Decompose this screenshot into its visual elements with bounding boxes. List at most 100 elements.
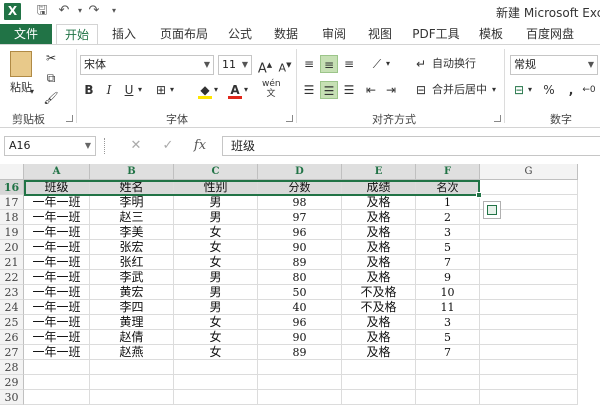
row-header-18[interactable]: 18 — [0, 210, 24, 225]
merge-center-icon[interactable]: ⊟ — [412, 81, 430, 99]
column-header-d[interactable]: D — [258, 164, 342, 180]
tab-home[interactable]: 开始 — [56, 24, 98, 44]
cell-c18[interactable]: 男 — [174, 210, 258, 225]
cell-f21[interactable]: 7 — [416, 255, 480, 270]
quick-analysis-button[interactable] — [483, 201, 501, 219]
cell-f28[interactable] — [416, 360, 480, 375]
cut-icon[interactable]: ✂ — [42, 49, 60, 67]
row-header-25[interactable]: 25 — [0, 315, 24, 330]
cell-c19[interactable]: 女 — [174, 225, 258, 240]
cell-e24[interactable]: 不及格 — [342, 300, 416, 315]
cell-a27[interactable]: 一年一班 — [24, 345, 90, 360]
cell-c17[interactable]: 男 — [174, 195, 258, 210]
row-header-19[interactable]: 19 — [0, 225, 24, 240]
cell-d23[interactable]: 50 — [258, 285, 342, 300]
cell-f24[interactable]: 11 — [416, 300, 480, 315]
save-icon[interactable]: 🖫 — [34, 3, 50, 19]
cell-c24[interactable]: 男 — [174, 300, 258, 315]
cell-b21[interactable]: 张红 — [90, 255, 174, 270]
cell-g16[interactable] — [480, 180, 578, 195]
fill-color-dropdown-icon[interactable]: ▾ — [214, 81, 218, 99]
cell-a24[interactable]: 一年一班 — [24, 300, 90, 315]
cell-f17[interactable]: 1 — [416, 195, 480, 210]
cell-d19[interactable]: 96 — [258, 225, 342, 240]
cell-e20[interactable]: 及格 — [342, 240, 416, 255]
cell-g25[interactable] — [480, 315, 578, 330]
tab-insert[interactable]: 插入 — [104, 24, 144, 44]
row-header-28[interactable]: 28 — [0, 360, 24, 375]
cell-c29[interactable] — [174, 375, 258, 390]
cell-b17[interactable]: 李明 — [90, 195, 174, 210]
cell-a18[interactable]: 一年一班 — [24, 210, 90, 225]
cell-c21[interactable]: 女 — [174, 255, 258, 270]
enter-icon[interactable]: ✓ — [160, 137, 176, 155]
cell-b24[interactable]: 李四 — [90, 300, 174, 315]
tab-file[interactable]: 文件 — [0, 24, 52, 44]
row-header-23[interactable]: 23 — [0, 285, 24, 300]
cell-d26[interactable]: 90 — [258, 330, 342, 345]
column-header-g[interactable]: G — [480, 164, 578, 180]
cell-f30[interactable] — [416, 390, 480, 405]
cell-d25[interactable]: 96 — [258, 315, 342, 330]
cell-d28[interactable] — [258, 360, 342, 375]
cancel-icon[interactable]: ✕ — [128, 137, 144, 155]
cell-d21[interactable]: 89 — [258, 255, 342, 270]
cell-a21[interactable]: 一年一班 — [24, 255, 90, 270]
cell-g20[interactable] — [480, 240, 578, 255]
cell-e23[interactable]: 不及格 — [342, 285, 416, 300]
cell-e26[interactable]: 及格 — [342, 330, 416, 345]
column-header-b[interactable]: B — [90, 164, 174, 180]
merge-center-button[interactable]: 合并后居中 — [432, 81, 487, 99]
cell-a29[interactable] — [24, 375, 90, 390]
cell-c28[interactable] — [174, 360, 258, 375]
cell-g28[interactable] — [480, 360, 578, 375]
cell-d30[interactable] — [258, 390, 342, 405]
cell-d17[interactable]: 98 — [258, 195, 342, 210]
insert-function-icon[interactable]: fx — [192, 137, 208, 155]
row-header-21[interactable]: 21 — [0, 255, 24, 270]
cell-e25[interactable]: 及格 — [342, 315, 416, 330]
increase-indent-icon[interactable]: ⇥ — [382, 81, 400, 99]
align-center-icon[interactable]: ☰ — [320, 81, 338, 99]
column-header-e[interactable]: E — [342, 164, 416, 180]
cell-f25[interactable]: 3 — [416, 315, 480, 330]
cell-a28[interactable] — [24, 360, 90, 375]
font-name-select[interactable]: 宋体 ▼ — [80, 55, 214, 75]
wrap-text-button[interactable]: 自动换行 — [432, 55, 476, 73]
cell-b18[interactable]: 赵三 — [90, 210, 174, 225]
cell-c23[interactable]: 男 — [174, 285, 258, 300]
cell-e16[interactable]: 成绩 — [342, 180, 416, 195]
orientation-icon[interactable]: ⟋ — [368, 55, 386, 73]
cell-c16[interactable]: 性别 — [174, 180, 258, 195]
orientation-dropdown-icon[interactable]: ▾ — [386, 55, 390, 73]
column-header-a[interactable]: A — [24, 164, 90, 180]
row-header-24[interactable]: 24 — [0, 300, 24, 315]
cell-c20[interactable]: 女 — [174, 240, 258, 255]
cell-e30[interactable] — [342, 390, 416, 405]
cell-c27[interactable]: 女 — [174, 345, 258, 360]
cell-e17[interactable]: 及格 — [342, 195, 416, 210]
underline-dropdown-icon[interactable]: ▾ — [138, 81, 142, 99]
cell-d18[interactable]: 97 — [258, 210, 342, 225]
paste-button[interactable]: 粘贴 — [10, 79, 32, 97]
tab-formulas[interactable]: 公式 — [222, 24, 258, 44]
cell-f16[interactable]: 名次 — [416, 180, 480, 195]
cell-b25[interactable]: 黄理 — [90, 315, 174, 330]
cell-b16[interactable]: 姓名 — [90, 180, 174, 195]
redo-icon[interactable]: ↷ — [86, 3, 102, 19]
row-header-17[interactable]: 17 — [0, 195, 24, 210]
tab-review[interactable]: 审阅 — [316, 24, 352, 44]
cell-f22[interactable]: 9 — [416, 270, 480, 285]
cell-c26[interactable]: 女 — [174, 330, 258, 345]
decrease-font-size-icon[interactable]: A▼ — [276, 56, 294, 75]
cell-a20[interactable]: 一年一班 — [24, 240, 90, 255]
cell-b19[interactable]: 李美 — [90, 225, 174, 240]
clipboard-launcher-icon[interactable] — [66, 115, 73, 122]
phonetic-guide-icon[interactable]: wén 文 — [262, 79, 281, 99]
cell-f27[interactable]: 7 — [416, 345, 480, 360]
increase-decimal-icon[interactable]: ←0 — [580, 81, 598, 99]
tab-page-layout[interactable]: 页面布局 — [152, 24, 216, 44]
cell-a23[interactable]: 一年一班 — [24, 285, 90, 300]
align-top-icon[interactable]: ≡ — [300, 55, 318, 73]
cell-b23[interactable]: 黄宏 — [90, 285, 174, 300]
